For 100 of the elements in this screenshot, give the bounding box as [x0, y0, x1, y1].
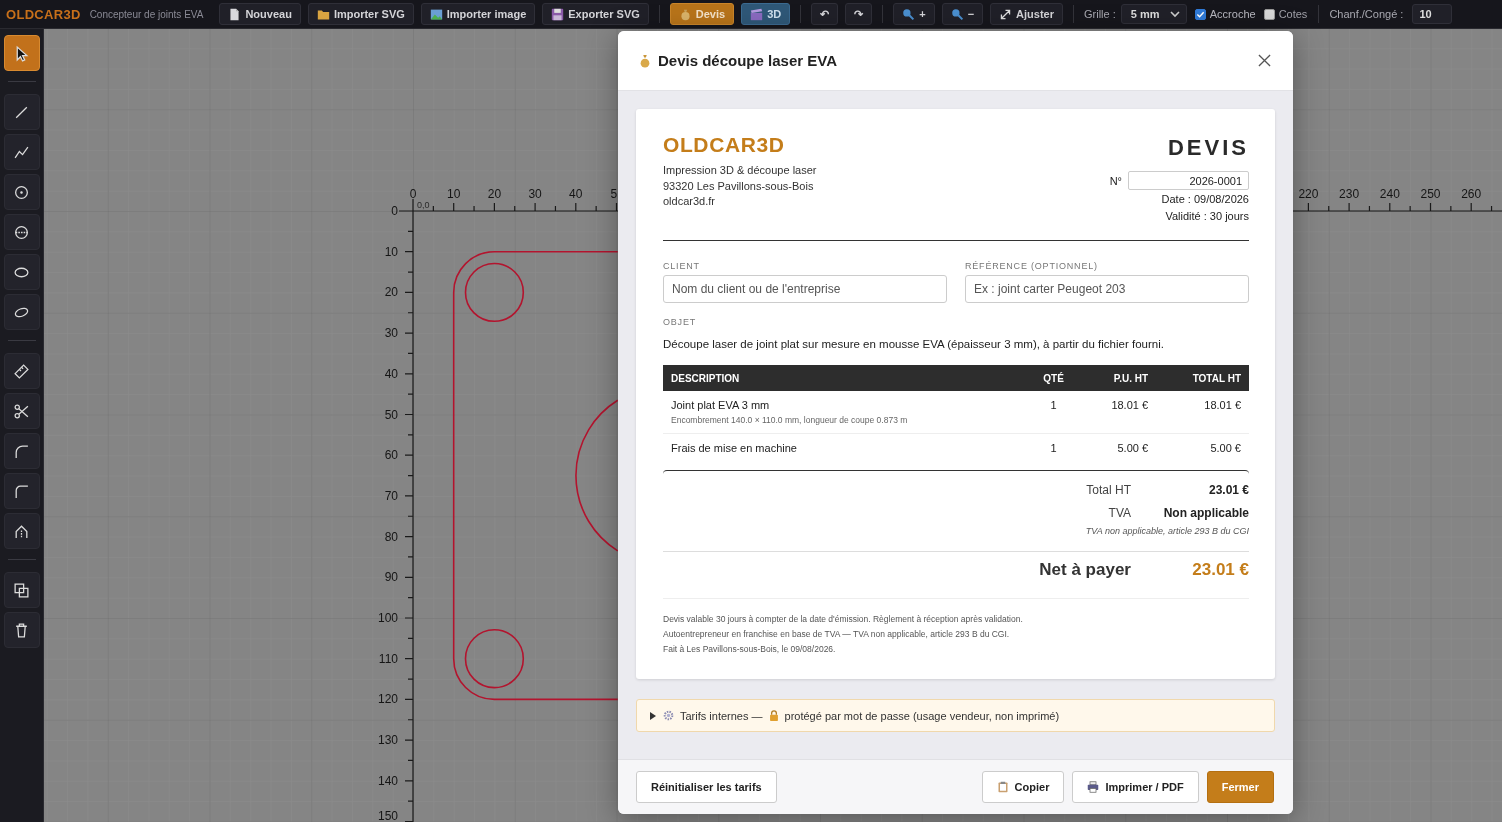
- diagonal-arrows-icon: [999, 7, 1013, 21]
- total-label: Total HT: [1085, 483, 1131, 497]
- ruler-label: 80: [384, 529, 398, 544]
- table-cell: 1: [1027, 391, 1080, 434]
- column-header: P.U. HT: [1080, 365, 1157, 391]
- column-header: TOTAL HT: [1156, 365, 1249, 391]
- ruler-label: 60: [384, 448, 398, 463]
- tool-button[interactable]: [3, 513, 40, 549]
- padlock-icon: [768, 710, 779, 721]
- vat-value: Non applicable: [1162, 506, 1249, 520]
- ruler-label: 110: [378, 651, 398, 666]
- number-label: N°: [1109, 174, 1122, 187]
- clapperboard-icon: [750, 7, 764, 21]
- toolbar-button[interactable]: ↷: [845, 3, 873, 25]
- tool-button[interactable]: [3, 612, 40, 648]
- dialog-button[interactable]: Réinitialiser les tarifs: [636, 771, 777, 803]
- trash-icon: [13, 621, 30, 639]
- table-cell: 5.00 €: [1080, 433, 1157, 470]
- ruler-label: 20: [384, 285, 398, 300]
- document-icon: [228, 7, 242, 21]
- circle-diameter-icon: [13, 223, 30, 241]
- ruler-label: 250: [1420, 187, 1441, 201]
- ruler-label: 20: [487, 187, 502, 201]
- toolbar-button[interactable]: Importer SVG: [307, 3, 414, 25]
- dialog-title: Devis découpe laser EVA: [658, 52, 838, 69]
- tool-button[interactable]: [3, 174, 40, 210]
- field-label: CLIENT: [663, 261, 701, 271]
- toolbar-button[interactable]: −: [941, 3, 984, 25]
- company-name: OLDCAR3D: [663, 133, 786, 157]
- money-bag-icon: [678, 7, 692, 21]
- company-info: Impression 3D & découpe laser: [663, 163, 817, 178]
- chamfer-input[interactable]: 10: [1412, 4, 1453, 24]
- tool-button[interactable]: [3, 214, 40, 250]
- company-info: 93320 Les Pavillons-sous-Bois: [663, 178, 815, 194]
- chamfer-label: Chanf./Congé :: [1329, 8, 1404, 20]
- grid-label: Grille :: [1084, 8, 1116, 20]
- toolbar-button[interactable]: 3D: [741, 3, 791, 25]
- printer-icon: [1087, 781, 1100, 793]
- overlapping-squares-icon: [13, 581, 30, 599]
- app-logo: OLDCAR3D: [6, 6, 81, 22]
- internal-rates-toggle[interactable]: Tarifs internes — protégé par mot de passe (usage vendeur, non imprimé): [636, 699, 1275, 732]
- item-description: Frais de mise en machine: [671, 442, 798, 454]
- ruler-icon: [13, 362, 30, 380]
- toolbar-button[interactable]: Ajuster: [990, 3, 1063, 25]
- dialog-button[interactable]: Copier: [981, 771, 1065, 803]
- footer-note: Devis valable 30 jours à compter de la date d'émission. Règlement à réception après validation.: [663, 613, 1024, 626]
- item-description: Joint plat EVA 3 mm: [671, 399, 771, 411]
- table-cell: 1: [1027, 433, 1080, 470]
- ruler-label: 220: [1298, 187, 1319, 201]
- checkmark-icon: [1195, 9, 1205, 19]
- folder-icon: [316, 7, 330, 21]
- chevron-down-icon: [1169, 10, 1180, 18]
- quote-number-input[interactable]: 2026-0001: [1128, 171, 1249, 190]
- field-label: RÉFÉRENCE (OPTIONNEL): [965, 261, 1099, 271]
- tool-button[interactable]: [3, 35, 40, 71]
- ruler-label: 90: [384, 570, 398, 585]
- dimensions-checkbox[interactable]: [1263, 8, 1275, 20]
- ruler-label: 260: [1461, 187, 1482, 201]
- origin-label: 0,0: [417, 200, 430, 210]
- magnifier-icon: [950, 7, 964, 21]
- net-amount: 23.01 €: [1191, 560, 1249, 580]
- toolbar-button[interactable]: Importer image: [420, 3, 536, 25]
- client-field[interactable]: Nom du client ou de l'entreprise: [663, 275, 947, 303]
- ruler-label: 70: [384, 488, 398, 503]
- company-info: oldcar3d.fr: [663, 194, 716, 209]
- vat-label: TVA: [1107, 506, 1131, 520]
- ruler-label: 5: [610, 187, 618, 201]
- reference-field[interactable]: Ex : joint carter Peugeot 203: [965, 275, 1249, 303]
- ruler-label: 30: [384, 326, 398, 341]
- ruler-label: 140: [377, 773, 398, 788]
- toolbar-button[interactable]: +: [893, 3, 935, 25]
- grid-select[interactable]: 5 mm: [1120, 4, 1187, 24]
- footer-note: Autoentrepreneur en franchise en base de TVA — TVA non applicable, article 293 B du CGI.: [663, 628, 1011, 641]
- tool-button[interactable]: [3, 393, 40, 429]
- ruler-label: 10: [447, 187, 461, 201]
- tool-button[interactable]: [3, 353, 40, 389]
- dialog-button[interactable]: Imprimer / PDF: [1072, 771, 1199, 803]
- ruler-label: 240: [1379, 187, 1400, 201]
- gear-icon: [663, 710, 674, 721]
- document-heading: DEVIS: [1167, 135, 1249, 161]
- ruler-label: 0: [409, 187, 417, 201]
- tool-button[interactable]: [3, 254, 40, 290]
- tool-button[interactable]: [3, 294, 40, 330]
- ruler-label: 40: [569, 187, 583, 201]
- column-header: DESCRIPTION: [663, 365, 1028, 391]
- toolbar-button[interactable]: Nouveau: [219, 3, 301, 25]
- image-icon: [429, 7, 443, 21]
- disclosure-triangle-icon: [649, 711, 657, 720]
- snap-checkbox[interactable]: [1194, 8, 1206, 20]
- object-description: Découpe laser de joint plat sur mesure en mousse EVA (épaisseur 3 mm), à partir du fichier fourni.: [663, 338, 1165, 350]
- checkbox-label: Cotes: [1278, 8, 1308, 20]
- close-icon: [1258, 54, 1271, 67]
- total-value: 23.01 €: [1207, 483, 1249, 497]
- toolbar-button[interactable]: ↶: [811, 3, 839, 25]
- app-subtitle: Concepteur de joints EVA: [89, 8, 204, 20]
- circle-icon: [13, 183, 30, 201]
- tool-button[interactable]: [3, 572, 40, 608]
- toolbar-button[interactable]: Exporter SVG: [542, 3, 649, 25]
- net-label: Net à payer: [1038, 560, 1131, 580]
- ruler-label: 100: [377, 611, 398, 625]
